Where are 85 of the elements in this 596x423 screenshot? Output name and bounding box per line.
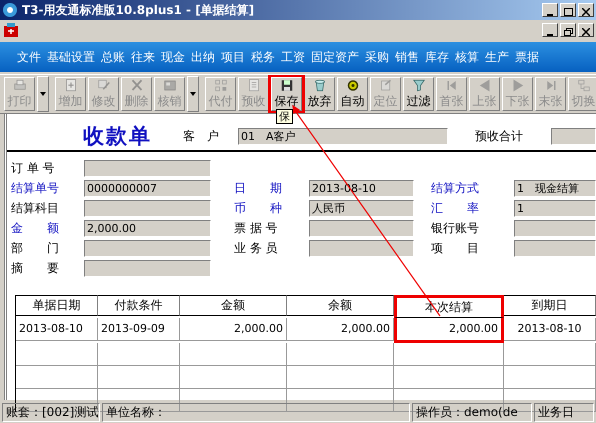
window-title: T3-用友通标准版10.8plus1 - [单据结算] <box>22 2 256 18</box>
close-icon <box>582 8 590 16</box>
menu-item[interactable]: 核算 <box>452 48 482 66</box>
menu-item[interactable]: 现金 <box>158 48 188 66</box>
toolbar-button[interactable]: 自动 <box>337 77 368 111</box>
maximize-icon <box>564 8 572 16</box>
table-cell: 2,000.00 <box>287 318 394 341</box>
field-label: 项 目 <box>431 240 480 257</box>
input-field[interactable] <box>514 240 596 257</box>
menu-item[interactable]: 生产 <box>482 48 512 66</box>
caret-icon <box>40 92 46 96</box>
menu-item[interactable]: 固定资产 <box>308 48 362 66</box>
column-header[interactable]: 单据日期 <box>16 295 98 316</box>
tooltip: 保 <box>276 109 293 124</box>
input-field[interactable] <box>84 240 211 257</box>
column-header[interactable]: 付款条件 <box>98 295 180 316</box>
field-label: 币 种 <box>234 200 283 217</box>
document-icon <box>2 21 20 39</box>
input-field[interactable]: 1 现金结算 <box>514 180 596 197</box>
maximize-button[interactable] <box>560 3 576 17</box>
field-label: 客 户 <box>183 128 220 144</box>
menu-item[interactable]: 销售 <box>392 48 422 66</box>
field-label: 日 期 <box>234 180 283 197</box>
input-field[interactable]: 01 A客户 <box>238 128 448 144</box>
field-label: 预收合计 <box>475 128 524 144</box>
input-field[interactable] <box>309 220 414 237</box>
field-label: 票 据 号 <box>234 220 279 237</box>
menu-item[interactable]: 文件 <box>14 48 44 66</box>
table-cell: 2013-08-10 <box>16 318 98 341</box>
toolbar-button[interactable]: 放弃 <box>304 77 335 111</box>
menu-item[interactable]: 工资 <box>278 48 308 66</box>
restore-icon <box>564 28 572 36</box>
toolbar-button[interactable]: 过滤 <box>403 77 434 111</box>
field-label: 结算单号 <box>11 180 60 197</box>
input-field[interactable]: 2,000.00 <box>84 220 211 237</box>
input-field[interactable]: 0000000007 <box>84 180 211 197</box>
column-header[interactable]: 余额 <box>287 295 394 316</box>
table-cell: 2013-09-09 <box>98 318 180 341</box>
field-label: 订 单 号 <box>11 160 56 177</box>
close-button[interactable] <box>578 23 594 37</box>
app-icon <box>2 2 18 18</box>
input-field[interactable] <box>84 160 211 177</box>
minimize-button[interactable] <box>542 23 558 37</box>
menu-item[interactable]: 项目 <box>218 48 248 66</box>
column-header[interactable]: 到期日 <box>504 295 596 316</box>
field-label: 摘 要 <box>11 260 60 277</box>
minimize-button[interactable] <box>542 3 558 17</box>
menu-item[interactable]: 税务 <box>248 48 278 66</box>
input-field[interactable]: 1 <box>514 200 596 217</box>
field-label: 银行账号 <box>431 220 480 237</box>
input-field[interactable]: 人民币 <box>309 200 414 217</box>
status-panel: 业务日 <box>534 403 594 422</box>
minimize-icon <box>547 14 553 16</box>
table-cell: 2013-08-10 <box>504 318 596 341</box>
input-field[interactable] <box>514 220 596 237</box>
restore-button[interactable] <box>560 23 576 37</box>
status-panel: 账套：[002]测试 <box>2 403 100 422</box>
menu-item[interactable]: 出纳 <box>188 48 218 66</box>
minimize-icon <box>547 34 553 36</box>
menu-item[interactable]: 采购 <box>362 48 392 66</box>
close-icon <box>582 28 590 36</box>
input-field[interactable] <box>84 260 211 277</box>
field-label: 结算科目 <box>11 200 60 217</box>
menu-item[interactable]: 总账 <box>98 48 128 66</box>
column-header[interactable]: 金额 <box>180 295 287 316</box>
status-panel: 操作员：demo(de <box>412 403 532 422</box>
menu-item[interactable]: 往来 <box>128 48 158 66</box>
field-label: 业 务 员 <box>234 240 279 257</box>
field-label: 部 门 <box>11 240 60 257</box>
form-title: 收款单 <box>83 122 153 150</box>
input-field[interactable] <box>309 240 414 257</box>
menu-item[interactable]: 基础设置 <box>44 48 98 66</box>
table-cell: 2,000.00 <box>394 318 504 343</box>
field-label: 结算方式 <box>431 180 480 197</box>
input-field[interactable] <box>551 128 596 144</box>
menu-item[interactable]: 库存 <box>422 48 452 66</box>
field-label: 金 额 <box>11 220 60 237</box>
caret-icon <box>190 92 196 96</box>
status-panel: 单位名称： <box>102 403 410 422</box>
field-label: 汇 率 <box>431 200 480 217</box>
close-button[interactable] <box>578 3 594 17</box>
input-field[interactable] <box>84 200 211 217</box>
toolbar-button[interactable]: 保存 <box>271 77 302 111</box>
menu-item[interactable]: 票据 <box>512 48 542 66</box>
table-cell: 2,000.00 <box>180 318 287 341</box>
